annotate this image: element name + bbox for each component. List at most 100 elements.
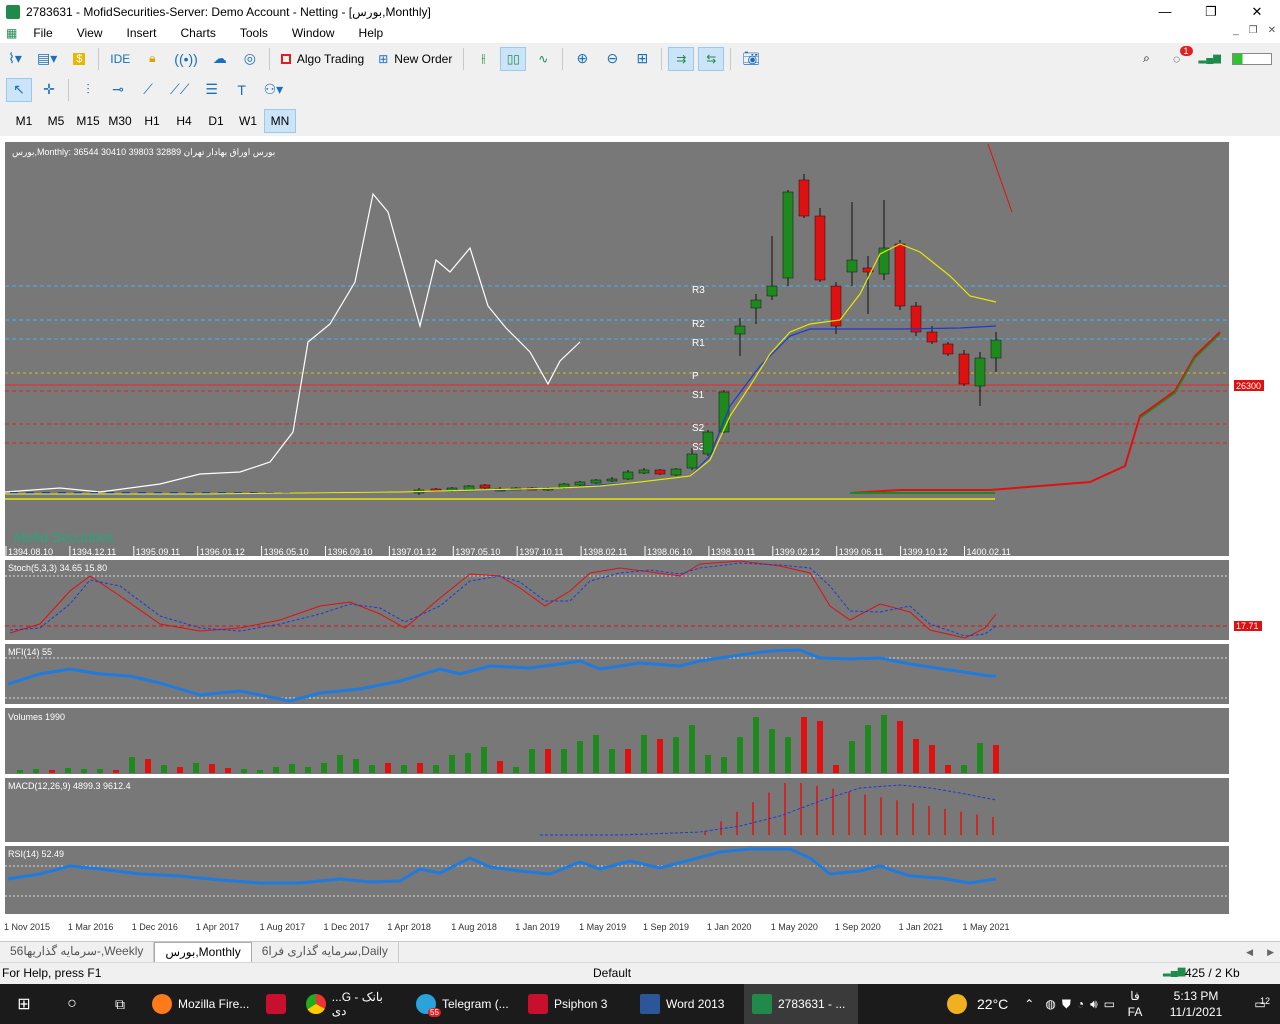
cursor-icon[interactable]: ↖: [6, 77, 32, 102]
chart-window[interactable]: R3 R2 R1 P S1 S2 S3 بورس,Monthly: 36544 30410 …: [0, 136, 1280, 942]
task-view-icon[interactable]: ⧉: [96, 984, 144, 1024]
lock-icon[interactable]: 🔒︎: [139, 47, 165, 71]
start-icon[interactable]: ⊞: [0, 984, 48, 1024]
vertical-line-icon[interactable]: ⫶: [75, 78, 101, 102]
weather-icon[interactable]: 22°C: [939, 984, 1016, 1024]
zoom-out-icon[interactable]: ⊖: [599, 47, 625, 71]
volume-bar: [705, 755, 711, 773]
new-chart-icon[interactable]: ⌇▾: [2, 47, 28, 71]
tf-m5[interactable]: M5: [40, 109, 72, 133]
tab-monthly[interactable]: بورس,Monthly: [154, 942, 252, 962]
menu-help[interactable]: Help: [347, 26, 396, 40]
volume-bar: [529, 749, 535, 773]
stoch-pane[interactable]: [5, 560, 1229, 640]
taskbar-app2[interactable]: [258, 984, 298, 1024]
taskbar-telegram[interactable]: Telegram (... 55: [408, 984, 520, 1024]
tab-daily[interactable]: سرمایه گذاری فرا6,Daily: [252, 942, 399, 962]
new-order-button[interactable]: ⊞ New Order: [373, 47, 457, 71]
mfi-pane[interactable]: [5, 644, 1229, 704]
rsi-pane[interactable]: [5, 846, 1229, 914]
tab-weekly[interactable]: سرمایه گذاریها56-,Weekly: [0, 942, 155, 962]
trendline-icon[interactable]: ⟋: [135, 78, 161, 102]
bottom-date-label: 1 Dec 2016: [132, 922, 178, 932]
volume-bar: [881, 715, 887, 773]
menu-charts[interactable]: Charts: [169, 26, 228, 40]
zoom-in-icon[interactable]: ⊕: [569, 47, 595, 71]
candlestick-icon[interactable]: ▯▯: [500, 46, 527, 71]
language-indicator[interactable]: فا FA: [1118, 984, 1152, 1024]
maximize-button[interactable]: ❐: [1188, 0, 1234, 23]
taskbar-psiphon[interactable]: Psiphon 3: [520, 984, 632, 1024]
chart-shift-icon[interactable]: ⇆: [698, 46, 725, 71]
tf-m1[interactable]: M1: [8, 109, 40, 133]
tf-d1[interactable]: D1: [200, 109, 232, 133]
tf-m15[interactable]: M15: [72, 109, 104, 133]
algo-trading-button[interactable]: Algo Trading: [276, 47, 369, 71]
child-minimize-icon[interactable]: _: [1233, 25, 1239, 36]
macd-pane[interactable]: [5, 778, 1229, 842]
menu-tools[interactable]: Tools: [228, 26, 280, 40]
timeframe-toolbar: M1 M5 M15 M30 H1 H4 D1 W1 MN: [0, 106, 1280, 136]
taskbar-word[interactable]: Word 2013: [632, 984, 744, 1024]
profiles-icon[interactable]: ▤▾: [32, 47, 62, 71]
rsi-level-0: 0.00: [1236, 907, 1254, 917]
ide-button[interactable]: IDE: [105, 47, 135, 71]
network-icon[interactable]: ◍: [1042, 984, 1058, 1024]
candle-body: [670, 468, 682, 476]
tray-chevron-icon[interactable]: ⌃: [1016, 984, 1042, 1024]
taskbar-chrome[interactable]: ...G - بانک دی: [298, 984, 408, 1024]
minimize-button[interactable]: —: [1142, 0, 1188, 23]
vps-icon[interactable]: ◎: [237, 47, 263, 71]
tab-scroll-left-icon[interactable]: ◀: [1238, 947, 1261, 962]
taskbar-metatrader[interactable]: 2783631 - ...: [744, 984, 858, 1024]
tile-windows-icon[interactable]: ⊞: [629, 47, 655, 71]
channel-icon[interactable]: ⟋⟋: [165, 78, 195, 102]
tf-h4[interactable]: H4: [168, 109, 200, 133]
candle-body: [894, 243, 906, 307]
taskbar-firefox[interactable]: Mozilla Fire...: [144, 984, 258, 1024]
menu-file[interactable]: File: [21, 26, 64, 40]
search-icon[interactable]: ⌕: [1134, 47, 1160, 71]
child-close-icon[interactable]: ✕: [1268, 25, 1276, 36]
bar-chart-icon[interactable]: ⫲: [470, 47, 496, 71]
crosshair-icon[interactable]: ✛: [36, 78, 62, 102]
tray-icon-2[interactable]: ▭: [1101, 984, 1118, 1024]
volume-bar: [801, 717, 807, 773]
wifi-icon[interactable]: ◔: [1074, 984, 1087, 1024]
tray-icon[interactable]: ⛊: [1059, 984, 1074, 1024]
tf-m30[interactable]: M30: [104, 109, 136, 133]
autoscroll-icon[interactable]: ⇉: [668, 46, 695, 71]
notifications-icon[interactable]: ◌ 1: [1164, 45, 1193, 71]
menu-view[interactable]: View: [65, 26, 115, 40]
price-scale-label: 45868: [1236, 297, 1261, 307]
bottom-date-label: 1 Apr 2018: [387, 922, 431, 932]
screenshot-icon[interactable]: 📷︎: [737, 47, 765, 71]
search-circle-icon[interactable]: ○: [48, 984, 96, 1024]
tab-scroll-right-icon[interactable]: ▶: [1261, 947, 1280, 962]
signals-icon[interactable]: ((•)): [169, 47, 203, 71]
chart-canvas[interactable]: R3R2R1PS1S2S3 بورس,Monthly: 36544 30410 …: [0, 136, 1280, 942]
horizontal-line-icon[interactable]: ⊸: [105, 78, 131, 102]
tf-w1[interactable]: W1: [232, 109, 264, 133]
telegram-badge: 55: [428, 1008, 441, 1017]
menu-window[interactable]: Window: [280, 26, 347, 40]
signal-strength-icon[interactable]: ▂▄▆: [1194, 47, 1226, 71]
volume-bar: [465, 753, 471, 773]
close-button[interactable]: ✕: [1234, 0, 1280, 23]
line-chart-icon[interactable]: ∿: [530, 47, 556, 71]
volume-pane[interactable]: [5, 708, 1229, 774]
menu-insert[interactable]: Insert: [114, 26, 168, 40]
price-scale-label: 23638: [1236, 393, 1261, 403]
cloud-icon[interactable]: ☁: [207, 47, 233, 71]
volume-bar: [97, 769, 103, 773]
clock[interactable]: 5:13 PM 11/1/2021: [1152, 984, 1240, 1024]
volume-icon[interactable]: 🔊︎: [1087, 984, 1101, 1024]
shapes-icon[interactable]: ⚇▾: [259, 78, 289, 102]
text-icon[interactable]: T: [229, 78, 255, 102]
market-watch-icon[interactable]: $: [66, 47, 92, 71]
action-center-icon[interactable]: ▭ 12: [1240, 984, 1280, 1024]
tf-h1[interactable]: H1: [136, 109, 168, 133]
child-restore-icon[interactable]: ❐: [1249, 25, 1258, 36]
fibonacci-icon[interactable]: ☰: [199, 78, 225, 102]
tf-mn[interactable]: MN: [264, 109, 296, 133]
